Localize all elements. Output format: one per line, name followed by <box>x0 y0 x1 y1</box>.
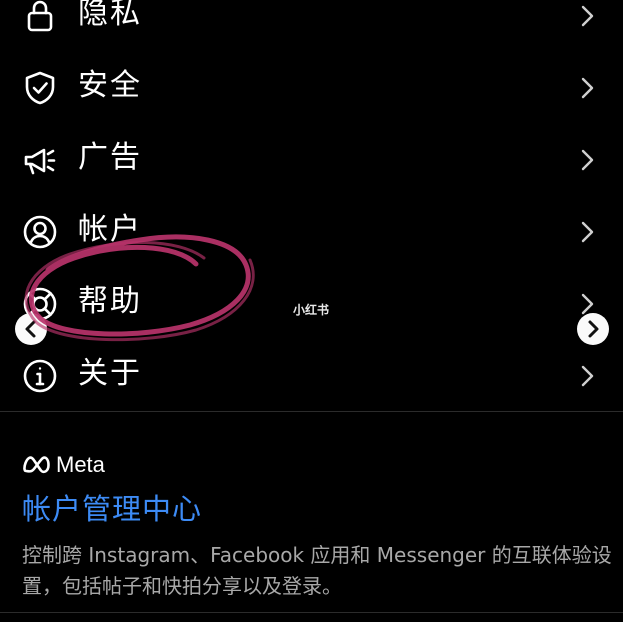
watermark-text: 小红书 <box>293 303 330 317</box>
chevron-right-icon <box>576 2 598 30</box>
chevron-right-icon <box>576 218 598 246</box>
menu-item-ads[interactable]: 广告 <box>0 124 623 196</box>
account-circle-icon <box>22 214 58 250</box>
menu-item-label: 安全 <box>78 68 142 103</box>
shield-check-icon <box>22 70 58 106</box>
menu-item-label: 帮助 <box>78 284 142 319</box>
chevron-right-icon <box>576 362 598 390</box>
bottom-divider <box>0 612 623 613</box>
menu-item-about[interactable]: 关于 <box>0 340 623 412</box>
megaphone-icon <box>22 142 58 178</box>
accounts-center-link[interactable]: 帐户管理中心 <box>22 488 202 530</box>
accounts-center-description: 控制跨 Instagram、Facebook 应用和 Messenger 的互联… <box>22 543 612 598</box>
carousel-prev-button[interactable] <box>15 313 47 345</box>
menu-item-label: 关于 <box>78 356 142 391</box>
menu-item-account[interactable]: 帐户 <box>0 196 623 268</box>
menu-item-label: 广告 <box>78 140 142 175</box>
menu-item-security[interactable]: 安全 <box>0 52 623 124</box>
chevron-right-icon <box>576 74 598 102</box>
lock-icon <box>22 0 58 34</box>
meta-brand-text: Meta <box>56 452 105 477</box>
menu-item-privacy[interactable]: 隐私 <box>0 0 623 52</box>
chevron-right-icon <box>576 146 598 174</box>
section-divider <box>0 411 623 412</box>
chevron-left-icon <box>25 320 36 338</box>
chevron-right-icon <box>588 320 599 338</box>
meta-logo-icon <box>22 452 52 480</box>
carousel-next-button[interactable] <box>577 313 609 345</box>
menu-item-label: 帐户 <box>78 212 142 247</box>
menu-item-label: 隐私 <box>78 0 142 31</box>
info-icon <box>22 358 58 394</box>
